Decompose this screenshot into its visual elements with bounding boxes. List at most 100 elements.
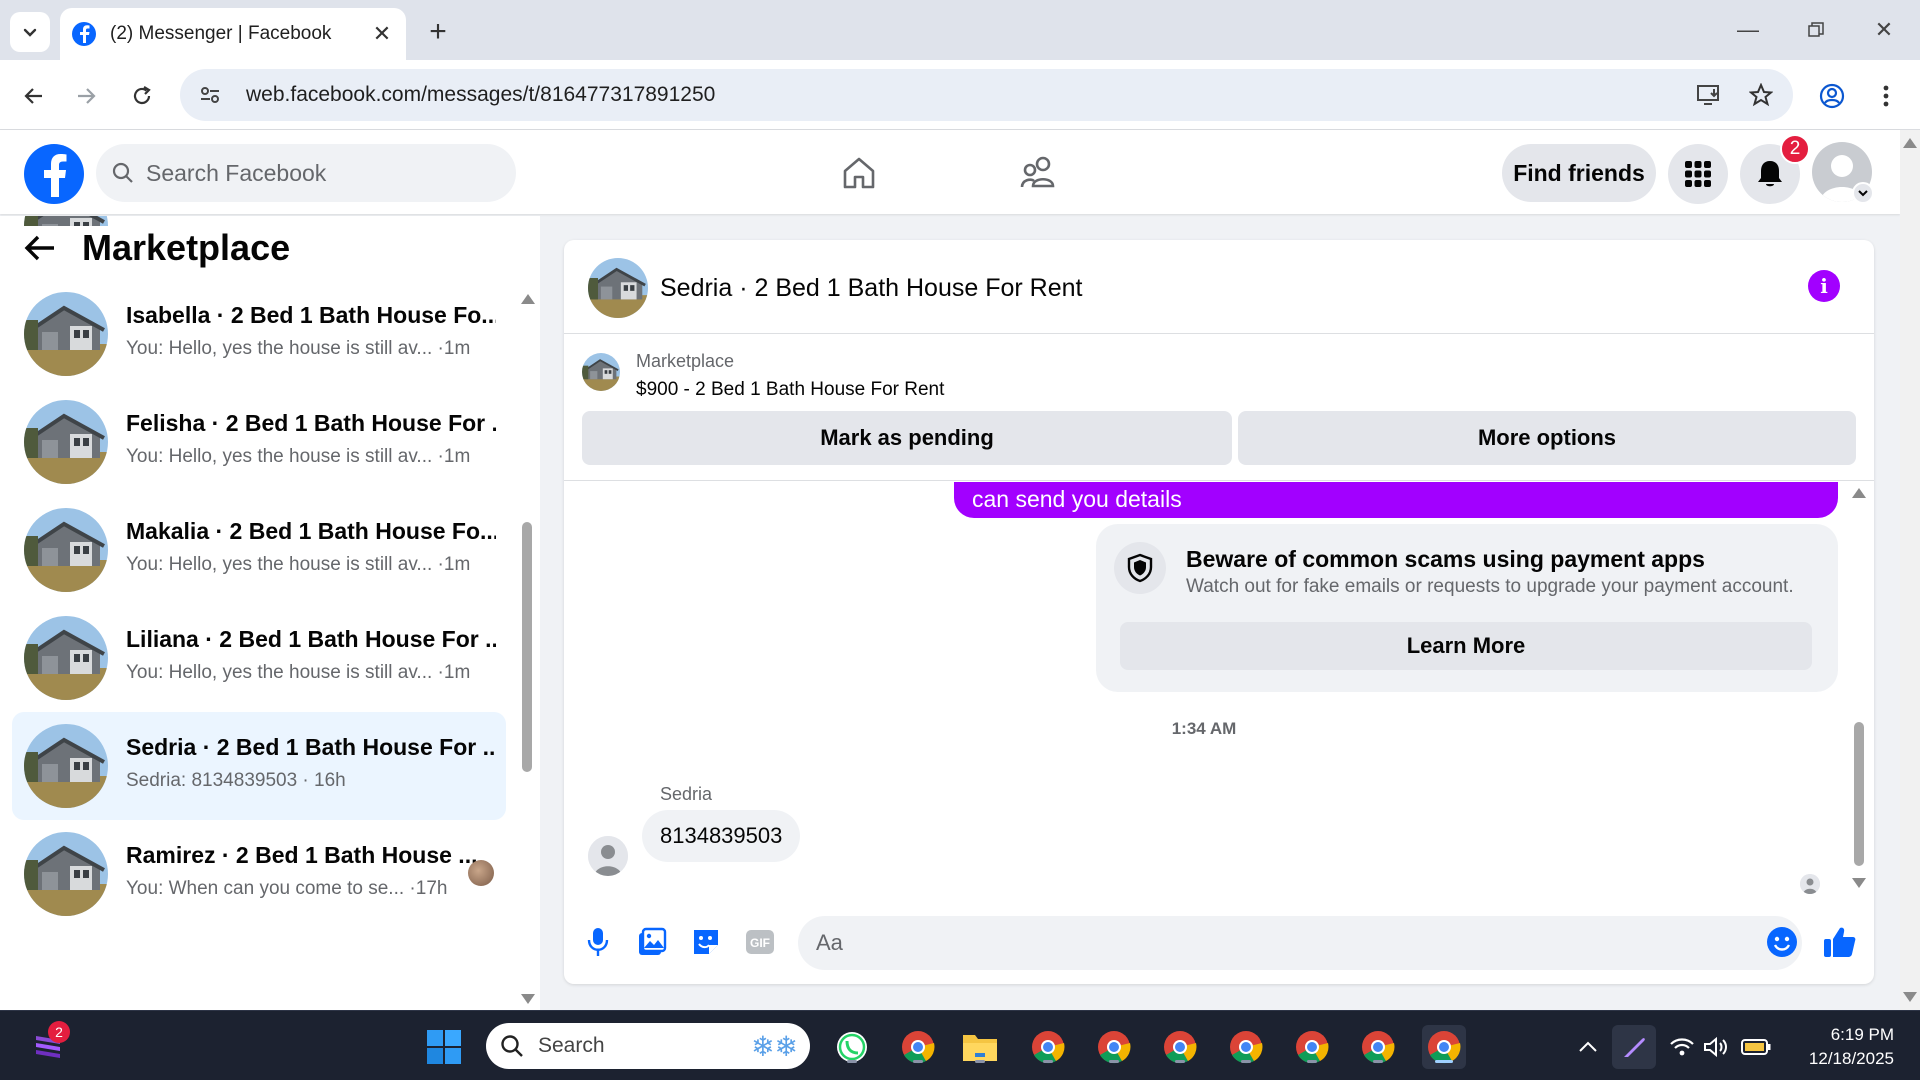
new-tab-button[interactable]: + [420,14,456,50]
battery-icon[interactable] [1734,1025,1778,1069]
install-app-icon[interactable] [1689,75,1729,115]
info-icon[interactable]: i [1808,270,1840,302]
conversation-item[interactable]: Felisha · 2 Bed 1 Bath House For ... You:… [12,388,506,496]
tab-close-icon[interactable]: ✕ [370,21,394,46]
chrome-app-icon-active[interactable] [1422,1025,1466,1069]
conversation-item[interactable]: Isabella · 2 Bed 1 Bath House Fo... You: … [12,280,506,388]
page-scrollbar[interactable] [1900,130,1920,1010]
listing-price-title[interactable]: $900 - 2 Bed 1 Bath House For Rent [636,379,944,401]
thread-scrollbar-thumb[interactable] [1854,722,1864,866]
bookmark-star-icon[interactable] [1741,75,1781,115]
message-input[interactable]: Aa [798,916,1802,970]
facebook-logo-icon[interactable] [24,144,84,204]
chrome-app-icon-6[interactable] [1290,1025,1334,1069]
thumbs-up-icon[interactable] [1820,922,1860,962]
sidebar-scrollbar-thumb[interactable] [522,522,532,772]
show-hidden-icons-chevron-icon[interactable] [1566,1025,1610,1069]
forward-button[interactable] [66,76,106,116]
conversation-item[interactable]: Sedria · 2 Bed 1 Bath House For ... Sedri… [12,712,506,820]
browser-tab[interactable]: (2) Messenger | Facebook ✕ [60,8,406,60]
chat-title[interactable]: Sedria · 2 Bed 1 Bath House For Rent [660,274,1082,303]
running-indicator [1043,1060,1053,1063]
taskbar-search[interactable]: Search ❄❄ [486,1023,810,1069]
scroll-down-arrow-icon[interactable] [1903,992,1917,1002]
thread-scroll-down-icon[interactable] [1852,878,1866,888]
conversation-time: 1m [443,662,471,683]
more-options-button[interactable]: More options [1238,411,1856,465]
sidebar-scroll-down-icon[interactable] [521,994,535,1004]
home-icon[interactable] [834,148,884,198]
conversation-item[interactable]: Makalia · 2 Bed 1 Bath House Fo... You: H… [12,496,506,604]
close-window-button[interactable]: ✕ [1860,12,1908,48]
site-info-icon[interactable] [190,75,230,115]
running-indicator [1109,1060,1119,1063]
microphone-icon[interactable] [578,922,618,962]
chrome-app-icon-3[interactable] [1092,1025,1136,1069]
conversation-item[interactable]: Liliana · 2 Bed 1 Bath House For ... You:… [12,604,506,712]
emoji-icon[interactable] [1762,922,1802,962]
sidebar-scroll-up-icon[interactable] [521,294,535,304]
conversation-thumbnail [24,832,108,916]
listing-thumbnail[interactable] [588,258,648,318]
conversation-preview: You: Hello, yes the house is still av...… [126,446,470,468]
thread-scroll-up-icon[interactable] [1852,488,1866,498]
back-arrow-icon[interactable] [24,234,56,262]
chrome-menu-icon[interactable] [1866,76,1906,116]
chevron-down-icon[interactable] [1852,182,1874,204]
volume-icon[interactable] [1694,1025,1738,1069]
windows-start-icon[interactable] [422,1025,466,1069]
tab-search-menu-button[interactable] [10,12,50,52]
reload-button[interactable] [122,76,162,116]
chrome-app-icon-7[interactable] [1356,1025,1400,1069]
mark-as-pending-button[interactable]: Mark as pending [582,411,1232,465]
pen-menu-icon[interactable] [1612,1025,1656,1069]
listing-category: Marketplace [636,351,735,371]
menu-grid-button[interactable] [1668,144,1728,204]
sidebar-header: Marketplace [0,226,500,270]
chrome-app-icon-5[interactable] [1224,1025,1268,1069]
conversation-name: Makalia · 2 Bed 1 Bath House Fo... [126,518,496,544]
message-timestamp: 1:34 AM [1171,719,1237,738]
chrome-profile-icon[interactable] [1812,76,1852,116]
conversation-preview-text: You: When can you come to se... [126,878,405,899]
conversation-time: 1m [443,446,471,467]
system-clock[interactable]: 6:19 PM 12/18/2025 [1794,1023,1894,1071]
scam-warning-card: Beware of common scams using payment app… [1096,524,1838,692]
conversation-preview-text: You: Hello, yes the house is still av... [126,662,433,683]
minimize-button[interactable]: — [1724,12,1772,48]
bell-icon [1758,161,1782,187]
restore-button[interactable] [1792,12,1840,48]
address-bar[interactable]: web.facebook.com/messages/t/816477317891… [180,69,1793,121]
photo-icon[interactable] [632,922,672,962]
running-indicator [1241,1060,1251,1063]
back-button[interactable] [14,76,54,116]
conversation-time-separator: · [404,878,416,899]
find-friends-button[interactable]: Find friends [1502,144,1656,202]
gif-icon[interactable]: GIF [740,922,780,962]
tab-title: (2) Messenger | Facebook [110,23,332,44]
running-indicator [975,1060,985,1063]
conversation-preview: You: When can you come to se... ·17h [126,878,447,900]
friends-icon[interactable] [1014,148,1064,198]
marketplace-sidebar: You: Hello, yes the house is still av...… [0,216,540,1010]
whatsapp-app-icon[interactable] [830,1025,874,1069]
file-explorer-icon[interactable] [958,1025,1002,1069]
sender-name: Sedria [660,784,713,804]
sender-avatar[interactable] [588,836,628,876]
sticker-icon[interactable] [686,922,726,962]
read-receipt-avatar [1800,874,1820,894]
widgets-app-icon[interactable]: 2 [26,1021,70,1069]
chrome-app-icon-4[interactable] [1158,1025,1202,1069]
chat-header: Sedria · 2 Bed 1 Bath House For Rent i [564,240,1874,334]
conversation-preview: You: Hello, yes the house is still av...… [126,662,470,684]
conversation-item[interactable]: Ramirez · 2 Bed 1 Bath House ... You: Whe… [12,820,506,928]
seen-by-avatar [468,860,494,886]
chrome-app-icon[interactable] [896,1025,940,1069]
notification-count-badge: 2 [1780,134,1810,164]
learn-more-button[interactable]: Learn More [1120,622,1812,670]
conversation-thumbnail [24,400,108,484]
scroll-up-arrow-icon[interactable] [1903,138,1917,148]
chrome-app-icon-2[interactable] [1026,1025,1070,1069]
listing-small-thumbnail[interactable] [582,353,620,391]
facebook-search-input[interactable]: Search Facebook [96,144,516,202]
